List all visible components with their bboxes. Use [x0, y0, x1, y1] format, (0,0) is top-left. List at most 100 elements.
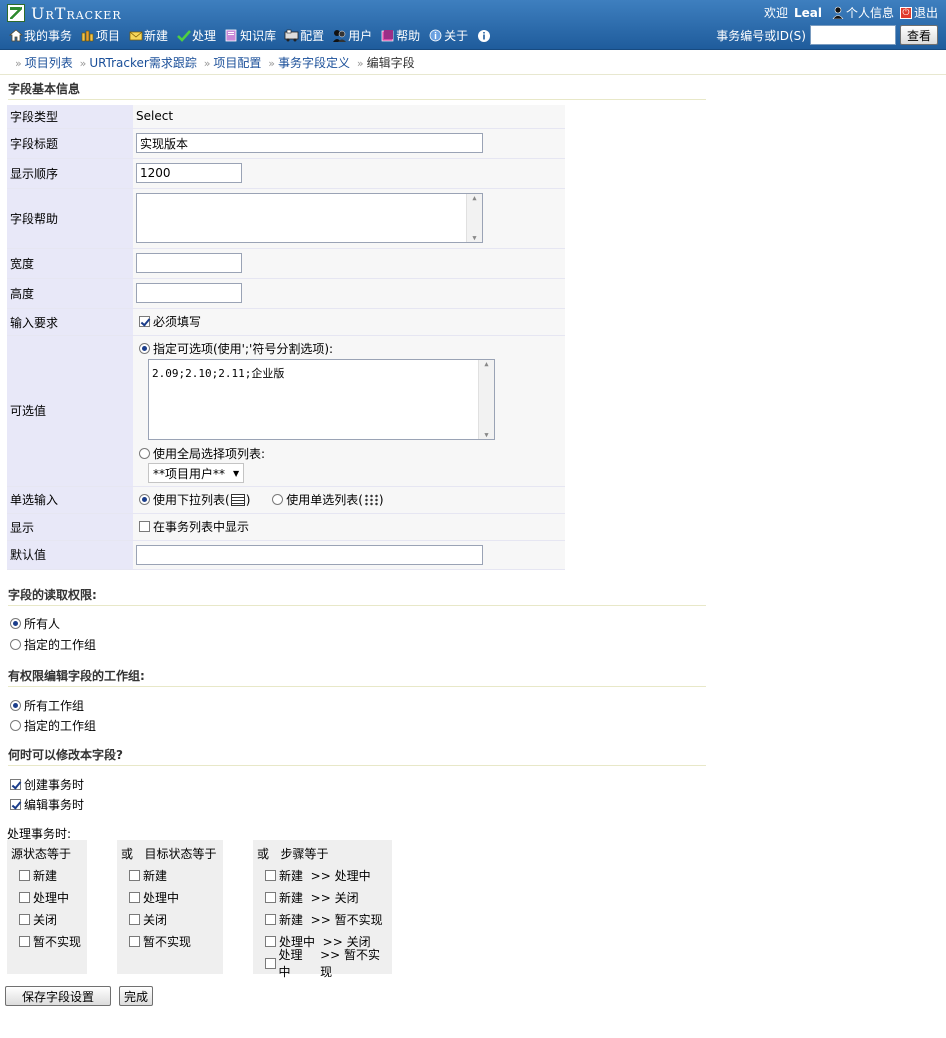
target-state-item[interactable]: 关闭 [121, 908, 219, 930]
nav-info-extra[interactable] [476, 29, 492, 43]
edit-group-option[interactable]: 指定的工作组 [10, 717, 96, 734]
when-create-option[interactable]: 创建事务时 [10, 776, 84, 793]
nav-help[interactable]: 帮助 [380, 27, 420, 44]
task-search: 事务编号或ID(S) 查看 [716, 25, 938, 45]
logout-link[interactable]: ⏻ 退出 [899, 4, 938, 21]
type-label: 字段类型 [7, 105, 133, 129]
target-state-item[interactable]: 处理中 [121, 886, 219, 908]
header-bar: UrTracker 我的事务 项目 新建 处理 知识库 配置 用户 帮助 关于 … [0, 0, 946, 50]
nav-knowledge[interactable]: 知识库 [224, 27, 276, 44]
read-all-radio[interactable] [10, 618, 21, 629]
width-label: 宽度 [7, 248, 133, 279]
crumb-project-config[interactable]: 项目配置 [213, 56, 261, 70]
read-group-radio[interactable] [10, 639, 21, 650]
nav-process[interactable]: 处理 [176, 27, 216, 44]
single-label: 单选输入 [7, 486, 133, 514]
target-state-item[interactable]: 暂不实现 [121, 930, 219, 952]
step-item[interactable]: 新建 >> 暂不实现 [257, 908, 388, 930]
source-state-item[interactable]: 处理中 [11, 886, 83, 908]
opt-specified-radio[interactable] [139, 343, 150, 354]
source-state-item[interactable]: 关闭 [11, 908, 83, 930]
height-label: 高度 [7, 278, 133, 309]
edit-group-radio[interactable] [10, 720, 21, 731]
view-button[interactable]: 查看 [899, 25, 938, 45]
help-scrollbar[interactable]: ▲ ▼ [466, 194, 482, 242]
opt-global-radio[interactable] [139, 448, 150, 459]
nav-config[interactable]: 配置 [284, 27, 324, 44]
welcome-text: 欢迎 [763, 6, 788, 20]
chevron-down-icon: ▼ [233, 468, 240, 478]
width-input[interactable] [136, 253, 242, 273]
source-state-item[interactable]: 暂不实现 [11, 930, 83, 952]
step-item[interactable]: 新建 >> 处理中 [257, 864, 388, 886]
global-list-select[interactable]: **项目用户** ▼ [148, 463, 245, 483]
display-checkbox[interactable] [139, 521, 150, 532]
help-textarea[interactable]: ▲ ▼ [136, 193, 483, 243]
single-dropdown-radio[interactable] [139, 494, 150, 505]
single-radio-option[interactable]: 使用单选列表() [272, 491, 384, 508]
user-name: Leal [793, 5, 822, 20]
order-input[interactable] [136, 163, 242, 183]
project-icon [80, 29, 95, 43]
nav-my-tasks[interactable]: 我的事务 [8, 27, 72, 44]
title-input[interactable] [136, 133, 483, 153]
task-id-input[interactable] [809, 25, 896, 45]
book-icon [224, 29, 239, 43]
single-radio-radio[interactable] [272, 494, 284, 505]
type-value: Select [133, 105, 565, 129]
edit-all-radio[interactable] [10, 700, 21, 711]
users-icon [332, 29, 347, 43]
nav-users[interactable]: 用户 [332, 27, 372, 44]
source-state-head: 源状态等于 [11, 847, 72, 861]
crumb-field-definition[interactable]: 事务字段定义 [278, 56, 350, 70]
display-option[interactable]: 在事务列表中显示 [139, 518, 565, 535]
options-label: 可选值 [7, 335, 133, 487]
opt-specified-option[interactable]: 指定可选项(使用';'符号分割选项): [139, 340, 565, 357]
form-actions: 保存字段设置 完成 [5, 986, 153, 1006]
logo-icon [7, 4, 25, 22]
nav-new[interactable]: 新建 [128, 27, 168, 44]
read-group-option[interactable]: 指定的工作组 [10, 636, 96, 653]
height-input[interactable] [136, 283, 242, 303]
read-all-option[interactable]: 所有人 [10, 615, 60, 632]
title-label: 字段标题 [7, 128, 133, 159]
crumb-project-list[interactable]: 项目列表 [25, 56, 73, 70]
required-option[interactable]: 必须填写 [139, 313, 565, 330]
default-input[interactable] [136, 544, 483, 565]
opt-global-option[interactable]: 使用全局选择项列表: [139, 445, 565, 462]
crumb-current: 编辑字段 [366, 56, 415, 70]
step-head: 或 步骤等于 [257, 847, 329, 861]
nav-about[interactable]: 关于 [428, 27, 468, 44]
source-state-item[interactable]: 新建 [11, 864, 83, 886]
search-label: 事务编号或ID(S) [716, 28, 806, 43]
logo-text: UrTracker [31, 3, 122, 23]
info-icon [428, 29, 443, 43]
single-dropdown-option[interactable]: 使用下拉列表() [139, 491, 250, 508]
main-nav: 我的事务 项目 新建 处理 知识库 配置 用户 帮助 关于 [8, 27, 500, 44]
dropdown-list-icon [230, 493, 245, 506]
required-label: 输入要求 [7, 308, 133, 336]
target-state-head: 或 目标状态等于 [121, 847, 217, 861]
when-create-checkbox[interactable] [10, 779, 21, 790]
edit-all-option[interactable]: 所有工作组 [10, 697, 84, 714]
done-button[interactable]: 完成 [119, 986, 153, 1006]
step-item[interactable]: 新建 >> 关闭 [257, 886, 388, 908]
crumb-project[interactable]: URTracker需求跟踪 [89, 56, 197, 70]
config-icon [284, 29, 299, 43]
save-field-button[interactable]: 保存字段设置 [5, 986, 111, 1006]
when-edit-option[interactable]: 编辑事务时 [10, 796, 84, 813]
required-checkbox[interactable] [139, 316, 150, 327]
display-label: 显示 [7, 513, 133, 541]
step-block: 或 步骤等于 新建 >> 处理中 新建 >> 关闭 新建 >> 暂不实现 处理中… [253, 840, 392, 979]
target-state-item[interactable]: 新建 [121, 864, 219, 886]
info-circle-icon [476, 29, 491, 43]
nav-project[interactable]: 项目 [80, 27, 120, 44]
options-scrollbar[interactable]: ▲ ▼ [478, 360, 494, 439]
step-item[interactable]: 处理中 >> 暂不实现 [257, 948, 388, 979]
order-label: 显示顺序 [7, 158, 133, 189]
when-edit-checkbox[interactable] [10, 799, 21, 810]
logo[interactable]: UrTracker [7, 3, 122, 23]
field-form: 字段类型 Select 字段标题 显示顺序 字段帮助 ▲▼ 宽度 高度 输入要求… [7, 105, 565, 570]
profile-link[interactable]: 个人信息 [832, 4, 894, 21]
options-textarea[interactable]: 2.09;2.10;2.11;企业版 ▲ ▼ [148, 359, 495, 440]
